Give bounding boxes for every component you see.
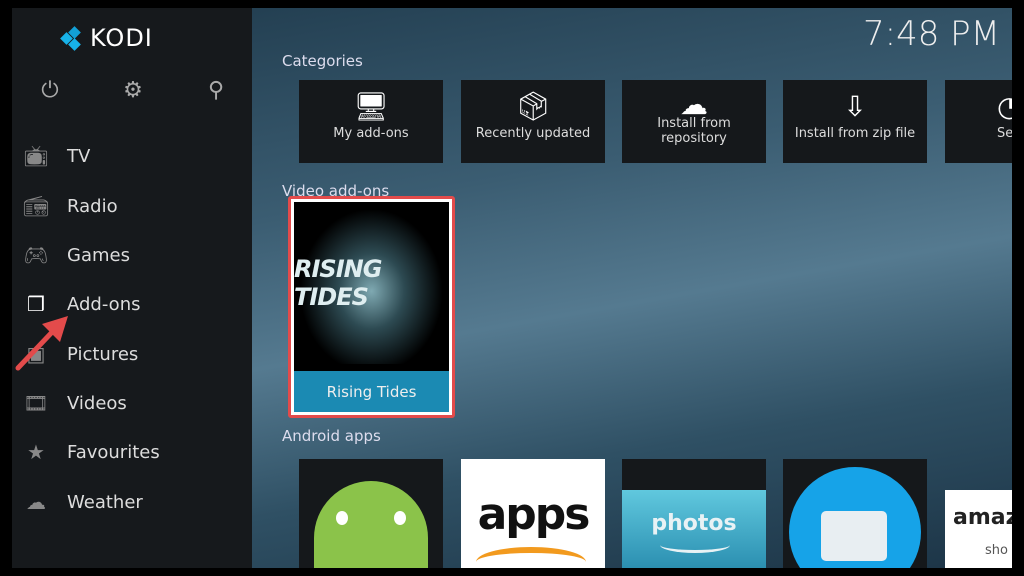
app-tile-amazon-shop[interactable]: amaz sho (945, 459, 1012, 568)
tile-search[interactable]: ◔ Se (945, 80, 1012, 163)
folder-icon (821, 511, 887, 561)
amazon-smile-icon (476, 547, 586, 568)
app-tile-android[interactable] (299, 459, 443, 568)
sidebar-item-games[interactable]: 🎮︎ Games (12, 235, 252, 275)
addon-label: Rising Tides (294, 371, 449, 412)
gamepad-icon: 🎮︎ (23, 243, 49, 267)
zip-download-icon: ⇩ (843, 90, 867, 123)
app-label: apps (477, 489, 591, 540)
tile-label: Install from zip file (794, 126, 916, 141)
sidebar: KODI ⏻ ⚙ ⚲ 📺︎ TV 📻︎ Radio 🎮︎ Games ❒ Add-ons… (12, 8, 252, 568)
tile-my-addons[interactable]: 🖥︎ My add-ons (299, 80, 443, 163)
cloud-download-icon: ☁ (680, 88, 708, 121)
monitor-box-icon: 🖥︎ (353, 90, 389, 123)
sidebar-item-label: Add-ons (67, 293, 141, 315)
radio-icon: 📻︎ (23, 194, 49, 218)
app-label: amaz (953, 505, 1012, 530)
app-tile-amazon-photos[interactable]: photos (622, 459, 766, 568)
weather-icon: ☁ (26, 490, 46, 514)
power-icon[interactable]: ⏻ (35, 78, 65, 103)
addon-poster: RISING TIDES (294, 202, 449, 364)
sidebar-item-favourites[interactable]: ★ Favourites (12, 432, 252, 472)
tile-label: Se (997, 126, 1012, 141)
search-icon: ◔ (997, 90, 1012, 123)
gear-icon[interactable]: ⚙ (118, 78, 148, 103)
sidebar-item-label: Pictures (67, 343, 139, 365)
kodi-screen: KODI ⏻ ⚙ ⚲ 📺︎ TV 📻︎ Radio 🎮︎ Games ❒ Add-ons… (12, 8, 1012, 568)
search-icon[interactable]: ⚲ (201, 78, 231, 103)
sidebar-item-label: Videos (67, 392, 127, 414)
app-sublabel: sho (985, 543, 1008, 558)
android-icon (314, 481, 428, 568)
sidebar-item-label: Games (67, 244, 130, 266)
annotation-arrow-icon (15, 316, 68, 371)
open-box-icon: 📦︎ (515, 90, 551, 123)
clock: 7:48 PM (863, 14, 1000, 54)
sidebar-item-weather[interactable]: ☁ Weather (12, 482, 252, 522)
app-tile-amazon-apps[interactable]: apps (461, 459, 605, 568)
app-tile-files[interactable] (783, 459, 927, 568)
kodi-logo: KODI (60, 24, 153, 52)
sidebar-item-label: Weather (67, 491, 143, 513)
sidebar-item-label: Radio (67, 195, 118, 217)
sidebar-item-tv[interactable]: 📺︎ TV (12, 136, 252, 176)
sidebar-item-videos[interactable]: 🎞︎ Videos (12, 383, 252, 423)
tile-label: Recently updated (475, 126, 591, 141)
star-icon: ★ (27, 440, 45, 464)
tile-label: My add-ons (333, 126, 409, 141)
app-label: photos (651, 511, 737, 536)
tile-recently-updated[interactable]: 📦︎ Recently updated (461, 80, 605, 163)
tv-icon: 📺︎ (23, 144, 49, 168)
sidebar-item-radio[interactable]: 📻︎ Radio (12, 186, 252, 226)
addon-tile-rising-tides[interactable]: RISING TIDES Rising Tides (288, 196, 455, 418)
film-icon: 🎞︎ (23, 391, 49, 415)
sidebar-item-label: Favourites (67, 441, 160, 463)
logo-text: KODI (90, 24, 153, 52)
section-title: Android apps (282, 427, 381, 445)
tile-label: Install from repository (657, 116, 731, 146)
tile-install-from-repository[interactable]: ☁ Install from repository (622, 80, 766, 163)
sidebar-item-label: TV (67, 145, 91, 167)
section-title: Categories (282, 52, 363, 70)
tile-install-from-zip[interactable]: ⇩ Install from zip file (783, 80, 927, 163)
kodi-logo-icon (60, 26, 82, 51)
